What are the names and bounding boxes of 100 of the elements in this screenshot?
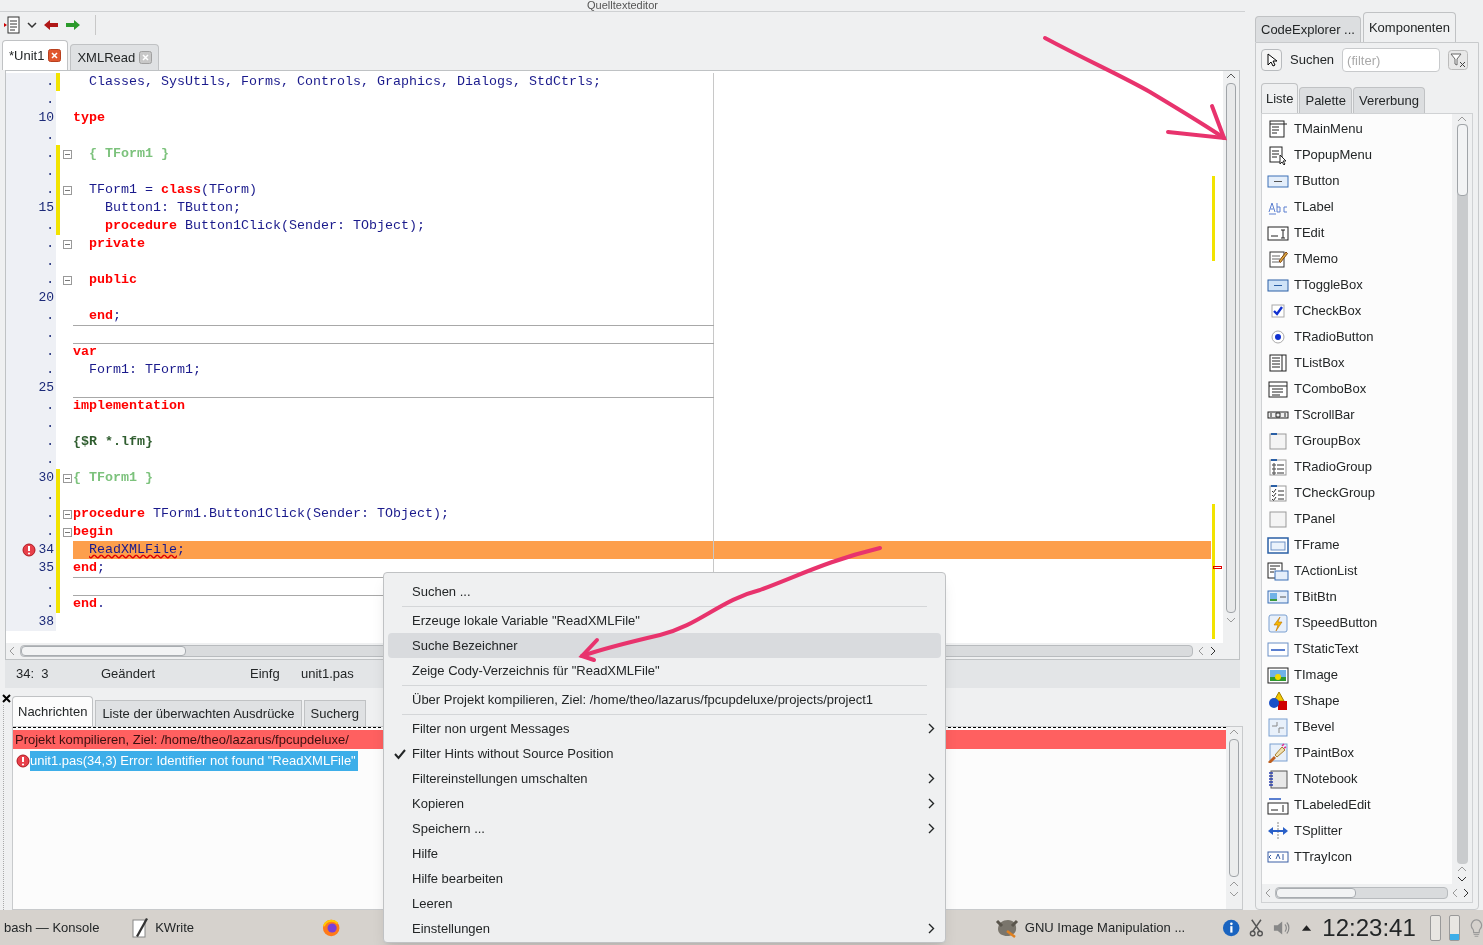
list-tab[interactable]: Liste (1261, 83, 1299, 113)
filter-field[interactable]: (filter) (1342, 48, 1441, 72)
close-icon[interactable] (1, 694, 11, 703)
taskbar-task[interactable]: KWrite (127, 910, 323, 945)
info-icon[interactable] (1221, 917, 1241, 938)
scroll-up-icon[interactable] (1226, 71, 1236, 81)
component-item[interactable]: TCheckGroup (1262, 480, 1452, 506)
component-item[interactable]: TSpeedButton (1262, 610, 1452, 636)
line-number: . (46, 73, 54, 92)
menu-item[interactable]: Leeren (388, 891, 941, 916)
menu-item[interactable]: Erzeuge lokale Variable "ReadXMLFile" (388, 608, 941, 633)
component-item[interactable]: TListBox (1262, 350, 1452, 376)
line-number: . (46, 91, 54, 110)
menu-item[interactable]: Suchen ... (388, 579, 941, 604)
taskbar-task[interactable]: bash — Konsole (0, 910, 128, 945)
menu-item[interactable]: Speichern ... (388, 816, 941, 841)
component-item[interactable]: TPanel (1262, 506, 1452, 532)
panel-tab[interactable]: Sucherg (303, 700, 367, 726)
menu-item[interactable]: Hilfe bearbeiten (388, 866, 941, 891)
component-item[interactable]: TPaintBox (1262, 740, 1452, 766)
list-tab[interactable]: Palette (1299, 87, 1352, 113)
chevron-down-icon[interactable] (27, 21, 37, 29)
scissors-icon[interactable] (1249, 917, 1264, 938)
menu-item[interactable]: Filtereinstellungen umschalten (388, 766, 941, 791)
clear-filter-icon[interactable] (1448, 50, 1469, 70)
list-tab[interactable]: Vererbung (1352, 87, 1425, 113)
menu-item[interactable]: Filter Hints without Source Position (388, 741, 941, 766)
scrollbar-thumb[interactable] (1276, 888, 1356, 898)
taskbar-task[interactable]: GNU Image Manipulation ... (990, 910, 1212, 945)
menu-item[interactable]: Zeige Cody-Verzeichnis für "ReadXMLFile" (388, 658, 941, 683)
menu-item[interactable]: Kopieren (388, 791, 941, 816)
component-item[interactable]: TGroupBox (1262, 428, 1452, 454)
component-item[interactable]: TBevel (1262, 714, 1452, 740)
arrow-left-icon[interactable] (43, 19, 59, 31)
component-item[interactable]: TSplitter (1262, 818, 1452, 844)
panel-tab[interactable]: Komponenten (1362, 12, 1456, 42)
line-number: . (46, 433, 54, 452)
line-number: 35 (38, 559, 54, 578)
scroll-right-icon[interactable] (1462, 888, 1470, 898)
scroll-left-icon[interactable] (1264, 888, 1272, 898)
panel-tab[interactable]: Liste der überwachten Ausdrücke (95, 700, 302, 726)
editor-tab[interactable]: XMLRead (70, 44, 160, 70)
group-box-icon (1267, 431, 1289, 451)
component-item[interactable]: TCheckBox (1262, 298, 1452, 324)
component-item[interactable]: TComboBox (1262, 376, 1452, 402)
collapse-icon[interactable] (62, 509, 72, 519)
arrow-right-icon[interactable] (65, 19, 81, 31)
collapse-icon[interactable] (62, 185, 72, 195)
menu-item[interactable]: Über Projekt kompilieren, Ziel: /home/theo/lazarus/fpcupdeluxe/projects/project1 (388, 687, 941, 712)
lightning-icon (1267, 613, 1289, 633)
scroll-left-icon[interactable] (8, 646, 16, 656)
component-item[interactable]: TImage (1262, 662, 1452, 688)
component-item[interactable]: TLabel (1262, 194, 1452, 220)
frame-icon (1267, 535, 1289, 555)
list-icon[interactable] (3, 16, 21, 34)
component-item[interactable]: TTrayIcon (1262, 844, 1452, 870)
code-line: end. (73, 596, 105, 612)
component-item[interactable]: TRadioGroup (1262, 454, 1452, 480)
bevel-icon (1267, 717, 1289, 737)
component-item[interactable]: TStaticText (1262, 636, 1452, 662)
line-number: . (46, 217, 54, 236)
collapse-icon[interactable] (62, 473, 72, 483)
menu-item[interactable]: Einstellungen (388, 916, 941, 941)
component-item[interactable]: TMemo (1262, 246, 1452, 272)
scroll-right-icon[interactable] (1209, 646, 1217, 656)
component-item[interactable]: TActionList (1262, 558, 1452, 584)
component-item[interactable]: TScrollBar (1262, 402, 1452, 428)
scrollbar-thumb[interactable] (1456, 124, 1468, 196)
line-number: . (46, 505, 54, 524)
component-item[interactable]: TShape (1262, 688, 1452, 714)
pointer-button[interactable] (1261, 49, 1282, 71)
collapse-icon[interactable] (62, 149, 72, 159)
collapse-icon[interactable] (62, 527, 72, 537)
component-item[interactable]: TLabeledEdit (1262, 792, 1452, 818)
component-item[interactable]: TFrame (1262, 532, 1452, 558)
collapse-icon[interactable] (62, 275, 72, 285)
component-item[interactable]: TPopupMenu (1262, 142, 1452, 168)
component-item[interactable]: TButton (1262, 168, 1452, 194)
expand-tray-icon[interactable] (1301, 923, 1313, 932)
component-item[interactable]: TRadioButton (1262, 324, 1452, 350)
collapse-icon[interactable] (62, 239, 72, 249)
panel-icon (1267, 509, 1289, 529)
menu-item[interactable]: Hilfe (388, 841, 941, 866)
browser-icon[interactable] (322, 917, 341, 938)
panel-tab[interactable]: Nachrichten (12, 696, 94, 726)
clock[interactable]: 12:23:41 (1322, 909, 1416, 945)
component-item[interactable]: TNotebook (1262, 766, 1452, 792)
component-item[interactable]: TToggleBox (1262, 272, 1452, 298)
scrollbar-thumb[interactable] (1229, 739, 1239, 877)
editor-tab[interactable]: *Unit1 (2, 40, 69, 70)
menu-item[interactable]: Suche Bezeichner (388, 633, 941, 658)
code-line: public (88, 272, 137, 288)
scroll-down-icon[interactable] (1457, 874, 1467, 884)
scrollbar-thumb[interactable] (21, 646, 186, 656)
component-item[interactable]: TEdit (1262, 220, 1452, 246)
panel-tab[interactable]: CodeExplorer ... (1255, 16, 1361, 42)
menu-item[interactable]: Filter non urgent Messages (388, 716, 941, 741)
component-item[interactable]: TBitBtn (1262, 584, 1452, 610)
component-item[interactable]: TMainMenu (1262, 116, 1452, 142)
scrollbar-thumb[interactable] (1226, 83, 1236, 613)
